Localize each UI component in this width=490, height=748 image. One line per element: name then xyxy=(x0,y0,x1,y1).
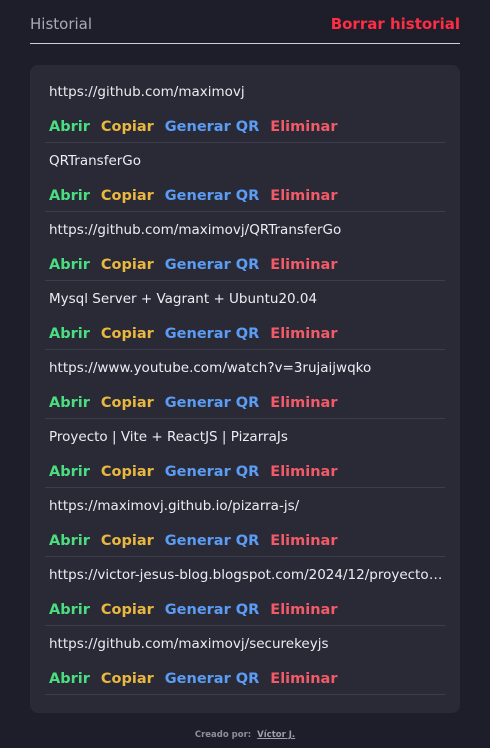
history-item-actions: Abrir Copiar Generar QR Eliminar xyxy=(45,386,445,419)
history-list: https://github.com/maximovj Abrir Copiar… xyxy=(30,65,460,713)
delete-button[interactable]: Eliminar xyxy=(270,602,337,618)
history-item-actions: Abrir Copiar Generar QR Eliminar xyxy=(45,317,445,350)
delete-button[interactable]: Eliminar xyxy=(270,188,337,204)
generate-qr-button[interactable]: Generar QR xyxy=(165,671,260,687)
generate-qr-button[interactable]: Generar QR xyxy=(165,257,260,273)
history-item: https://www.youtube.com/watch?v=3rujaijw… xyxy=(45,350,445,419)
history-item-actions: Abrir Copiar Generar QR Eliminar xyxy=(45,593,445,626)
generate-qr-button[interactable]: Generar QR xyxy=(165,326,260,342)
history-header: Historial Borrar historial xyxy=(30,0,460,44)
delete-button[interactable]: Eliminar xyxy=(270,464,337,480)
history-item-text: https://github.com/maximovj/QRTransferGo xyxy=(49,222,342,238)
delete-button[interactable]: Eliminar xyxy=(270,533,337,549)
history-item: https://github.com/maximovj/QRTransferGo… xyxy=(45,212,445,281)
history-title: Historial xyxy=(30,14,93,33)
copy-button[interactable]: Copiar xyxy=(101,326,154,342)
generate-qr-button[interactable]: Generar QR xyxy=(165,119,260,135)
history-item-actions: Abrir Copiar Generar QR Eliminar xyxy=(45,455,445,488)
generate-qr-button[interactable]: Generar QR xyxy=(165,395,260,411)
clear-history-button[interactable]: Borrar historial xyxy=(331,15,460,33)
copy-button[interactable]: Copiar xyxy=(101,395,154,411)
history-item-actions: Abrir Copiar Generar QR Eliminar xyxy=(45,179,445,212)
footer-label: Creado por: xyxy=(194,730,252,740)
history-item-text: https://www.youtube.com/watch?v=3rujaijw… xyxy=(49,360,372,376)
open-button[interactable]: Abrir xyxy=(49,671,90,687)
copy-button[interactable]: Copiar xyxy=(101,188,154,204)
history-item: https://victor-jesus-blog.blogspot.com/2… xyxy=(45,557,445,626)
history-item: QRTransferGo Abrir Copiar Generar QR Eli… xyxy=(45,143,445,212)
history-item-text: https://github.com/maximovj xyxy=(49,84,245,100)
open-button[interactable]: Abrir xyxy=(49,326,90,342)
author-link[interactable]: Víctor J. xyxy=(257,730,295,740)
history-item: https://github.com/maximovj Abrir Copiar… xyxy=(45,74,445,143)
history-item-text: https://victor-jesus-blog.blogspot.com/2… xyxy=(49,567,445,583)
delete-button[interactable]: Eliminar xyxy=(270,257,337,273)
history-item-text: Proyecto | Vite + ReactJS | PizarraJs xyxy=(49,429,288,445)
history-item-actions: Abrir Copiar Generar QR Eliminar xyxy=(45,248,445,281)
open-button[interactable]: Abrir xyxy=(49,119,90,135)
open-button[interactable]: Abrir xyxy=(49,188,90,204)
delete-button[interactable]: Eliminar xyxy=(270,671,337,687)
open-button[interactable]: Abrir xyxy=(49,602,90,618)
copy-button[interactable]: Copiar xyxy=(101,119,154,135)
history-item-actions: Abrir Copiar Generar QR Eliminar xyxy=(45,110,445,143)
copy-button[interactable]: Copiar xyxy=(101,533,154,549)
history-item: https://maximovj.github.io/pizarra-js/ A… xyxy=(45,488,445,557)
copy-button[interactable]: Copiar xyxy=(101,671,154,687)
history-item: Mysql Server + Vagrant + Ubuntu20.04 Abr… xyxy=(45,281,445,350)
open-button[interactable]: Abrir xyxy=(49,257,90,273)
history-item-actions: Abrir Copiar Generar QR Eliminar xyxy=(45,524,445,557)
generate-qr-button[interactable]: Generar QR xyxy=(165,188,260,204)
copy-button[interactable]: Copiar xyxy=(101,257,154,273)
generate-qr-button[interactable]: Generar QR xyxy=(165,533,260,549)
history-item-text: https://maximovj.github.io/pizarra-js/ xyxy=(49,498,300,514)
history-item: https://github.com/maximovj/securekeyjs … xyxy=(45,626,445,695)
copy-button[interactable]: Copiar xyxy=(101,464,154,480)
copy-button[interactable]: Copiar xyxy=(101,602,154,618)
history-item: Proyecto | Vite + ReactJS | PizarraJs Ab… xyxy=(45,419,445,488)
delete-button[interactable]: Eliminar xyxy=(270,119,337,135)
history-item-text: https://github.com/maximovj/securekeyjs xyxy=(49,636,329,652)
generate-qr-button[interactable]: Generar QR xyxy=(165,602,260,618)
open-button[interactable]: Abrir xyxy=(49,395,90,411)
generate-qr-button[interactable]: Generar QR xyxy=(165,464,260,480)
delete-button[interactable]: Eliminar xyxy=(270,326,337,342)
delete-button[interactable]: Eliminar xyxy=(270,395,337,411)
footer: Creado por: Víctor J. xyxy=(0,730,490,740)
history-item-text: Mysql Server + Vagrant + Ubuntu20.04 xyxy=(49,291,318,307)
history-item-actions: Abrir Copiar Generar QR Eliminar xyxy=(45,662,445,695)
open-button[interactable]: Abrir xyxy=(49,533,90,549)
open-button[interactable]: Abrir xyxy=(49,464,90,480)
history-item-text: QRTransferGo xyxy=(49,153,142,169)
